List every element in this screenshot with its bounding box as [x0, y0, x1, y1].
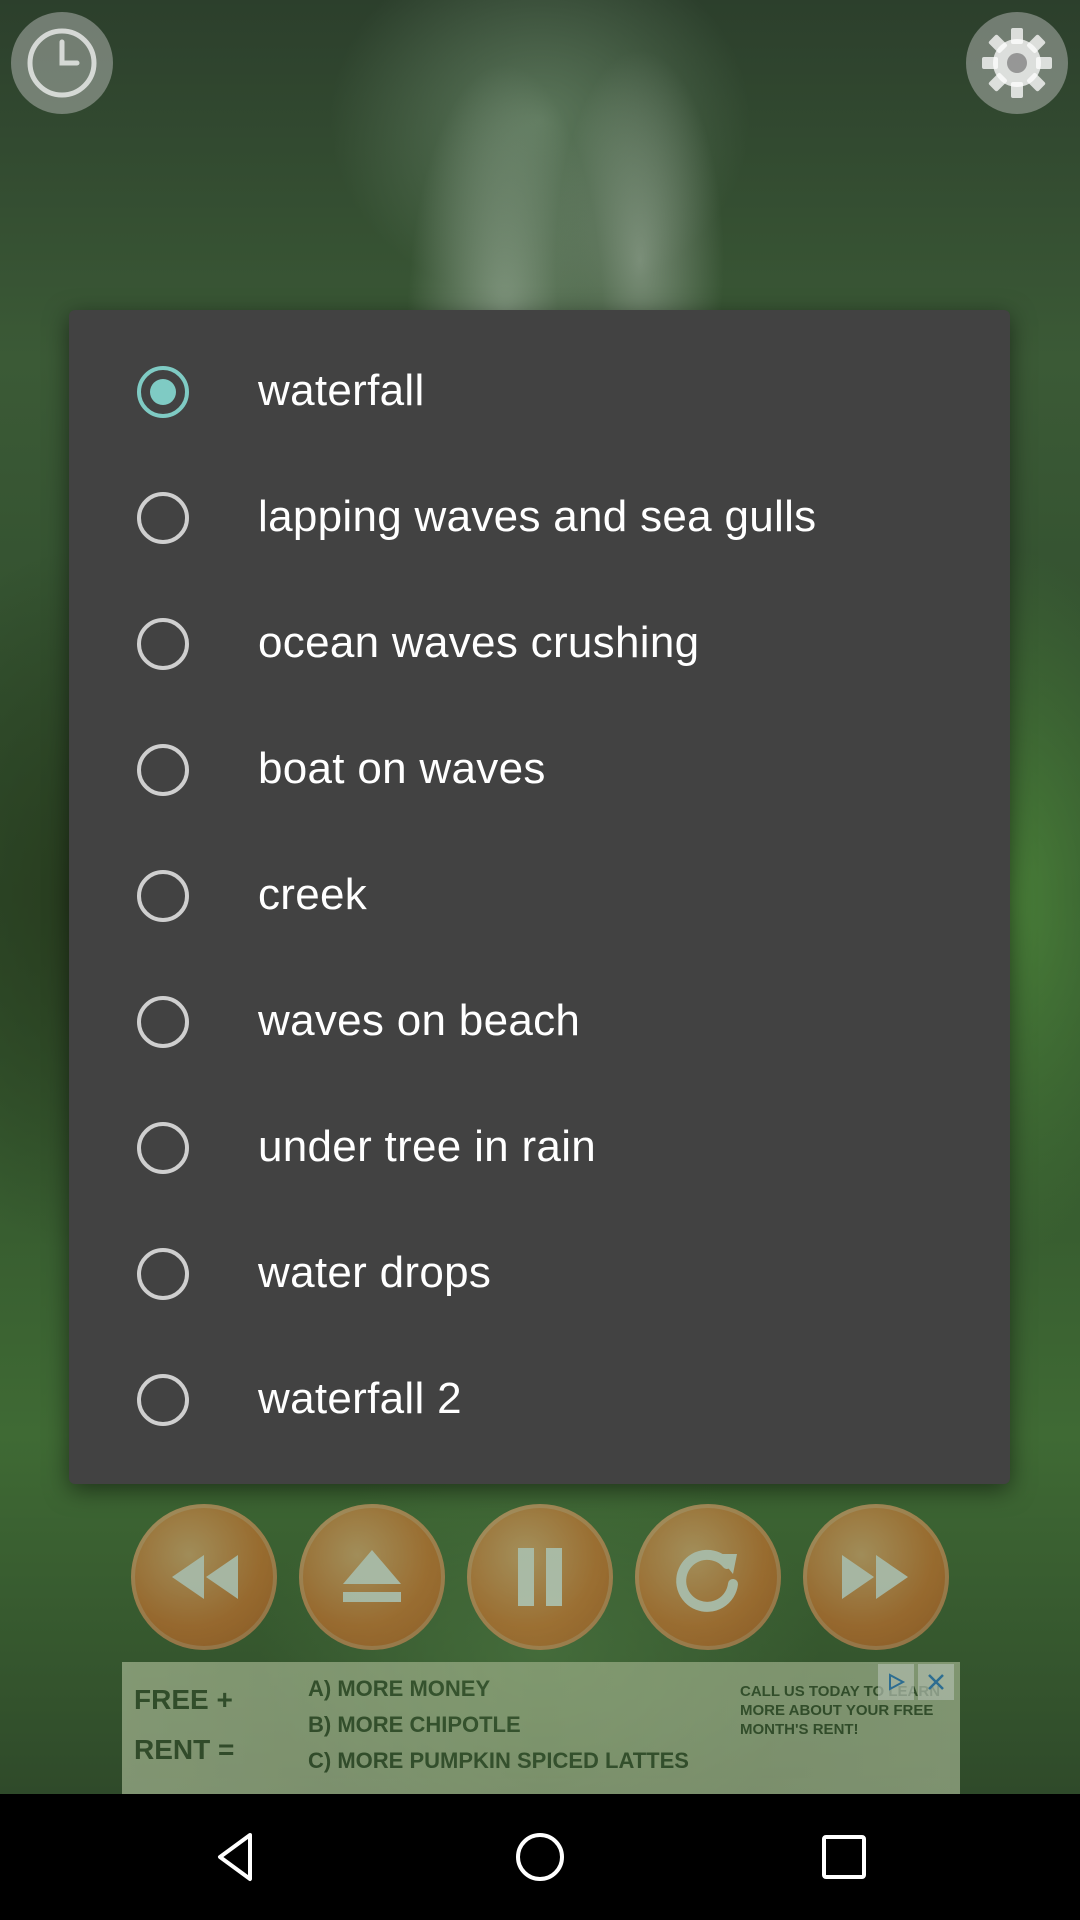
- fast-forward-button[interactable]: [803, 1504, 949, 1650]
- repeat-icon: [676, 1549, 738, 1612]
- option-label: under tree in rain: [258, 1122, 597, 1171]
- player-controls: [0, 1504, 1080, 1652]
- gear-icon: [982, 28, 1052, 98]
- sound-selection-dialog: waterfall lapping waves and sea gulls ocea…: [69, 310, 1010, 1484]
- option-waterfall[interactable]: waterfall: [69, 329, 1010, 455]
- option-label: waves on beach: [258, 996, 581, 1045]
- rewind-icon: [172, 1555, 238, 1599]
- option-label: creek: [258, 870, 368, 919]
- radio-unchecked-icon[interactable]: [137, 1374, 189, 1426]
- radio-unchecked-icon[interactable]: [137, 870, 189, 922]
- ad-choices-button[interactable]: [878, 1664, 914, 1700]
- fast-forward-icon: [842, 1555, 908, 1599]
- home-icon: [516, 1833, 564, 1881]
- option-waterfall-2[interactable]: waterfall 2: [69, 1337, 1010, 1463]
- ad-line-c: C) MORE PUMPKIN SPICED LATTES: [308, 1748, 689, 1773]
- close-icon: [928, 1674, 944, 1690]
- system-nav-bar: [0, 1794, 1080, 1920]
- nav-recents-button[interactable]: [764, 1794, 924, 1920]
- radio-unchecked-icon[interactable]: [137, 744, 189, 796]
- ad-choices-icon: [889, 1673, 906, 1691]
- ad-close-button[interactable]: [918, 1664, 954, 1700]
- clock-icon: [27, 28, 97, 98]
- radio-unchecked-icon[interactable]: [137, 618, 189, 670]
- option-label: waterfall 2: [258, 1374, 462, 1423]
- option-lapping-waves-and-sea-gulls[interactable]: lapping waves and sea gulls: [69, 455, 1010, 581]
- option-label: waterfall: [258, 366, 425, 415]
- pause-icon: [518, 1548, 562, 1606]
- pause-button[interactable]: [467, 1504, 613, 1650]
- radio-unchecked-icon[interactable]: [137, 1122, 189, 1174]
- radio-unchecked-icon[interactable]: [137, 996, 189, 1048]
- option-ocean-waves-crushing[interactable]: ocean waves crushing: [69, 581, 1010, 707]
- option-waves-on-beach[interactable]: waves on beach: [69, 959, 1010, 1085]
- option-label: boat on waves: [258, 744, 546, 793]
- settings-button[interactable]: [966, 12, 1068, 114]
- option-label: ocean waves crushing: [258, 618, 700, 667]
- radio-checked-icon[interactable]: [137, 366, 189, 418]
- ad-line-a: A) MORE MONEY: [308, 1676, 491, 1701]
- ad-line-b: B) MORE CHIPOTLE: [308, 1712, 521, 1737]
- radio-unchecked-icon[interactable]: [137, 492, 189, 544]
- back-icon: [218, 1833, 252, 1881]
- ad-banner[interactable]: FREE + RENT = A) MORE MONEY B) MORE CHIP…: [122, 1662, 960, 1794]
- option-label: lapping waves and sea gulls: [258, 492, 817, 541]
- option-boat-on-waves[interactable]: boat on waves: [69, 707, 1010, 833]
- radio-unchecked-icon[interactable]: [137, 1248, 189, 1300]
- option-water-drops[interactable]: water drops: [69, 1211, 1010, 1337]
- nav-home-button[interactable]: [460, 1794, 620, 1920]
- repeat-button[interactable]: [635, 1504, 781, 1650]
- option-creek[interactable]: creek: [69, 833, 1010, 959]
- rewind-button[interactable]: [131, 1504, 277, 1650]
- timer-button[interactable]: [11, 12, 113, 114]
- eject-button[interactable]: [299, 1504, 445, 1650]
- option-label: water drops: [258, 1248, 492, 1297]
- ad-rent-text: RENT =: [134, 1734, 235, 1765]
- ad-free-text: FREE +: [134, 1684, 233, 1715]
- eject-icon: [343, 1550, 401, 1602]
- option-under-tree-in-rain[interactable]: under tree in rain: [69, 1085, 1010, 1211]
- nav-back-button[interactable]: [156, 1794, 316, 1920]
- recents-icon: [822, 1835, 866, 1879]
